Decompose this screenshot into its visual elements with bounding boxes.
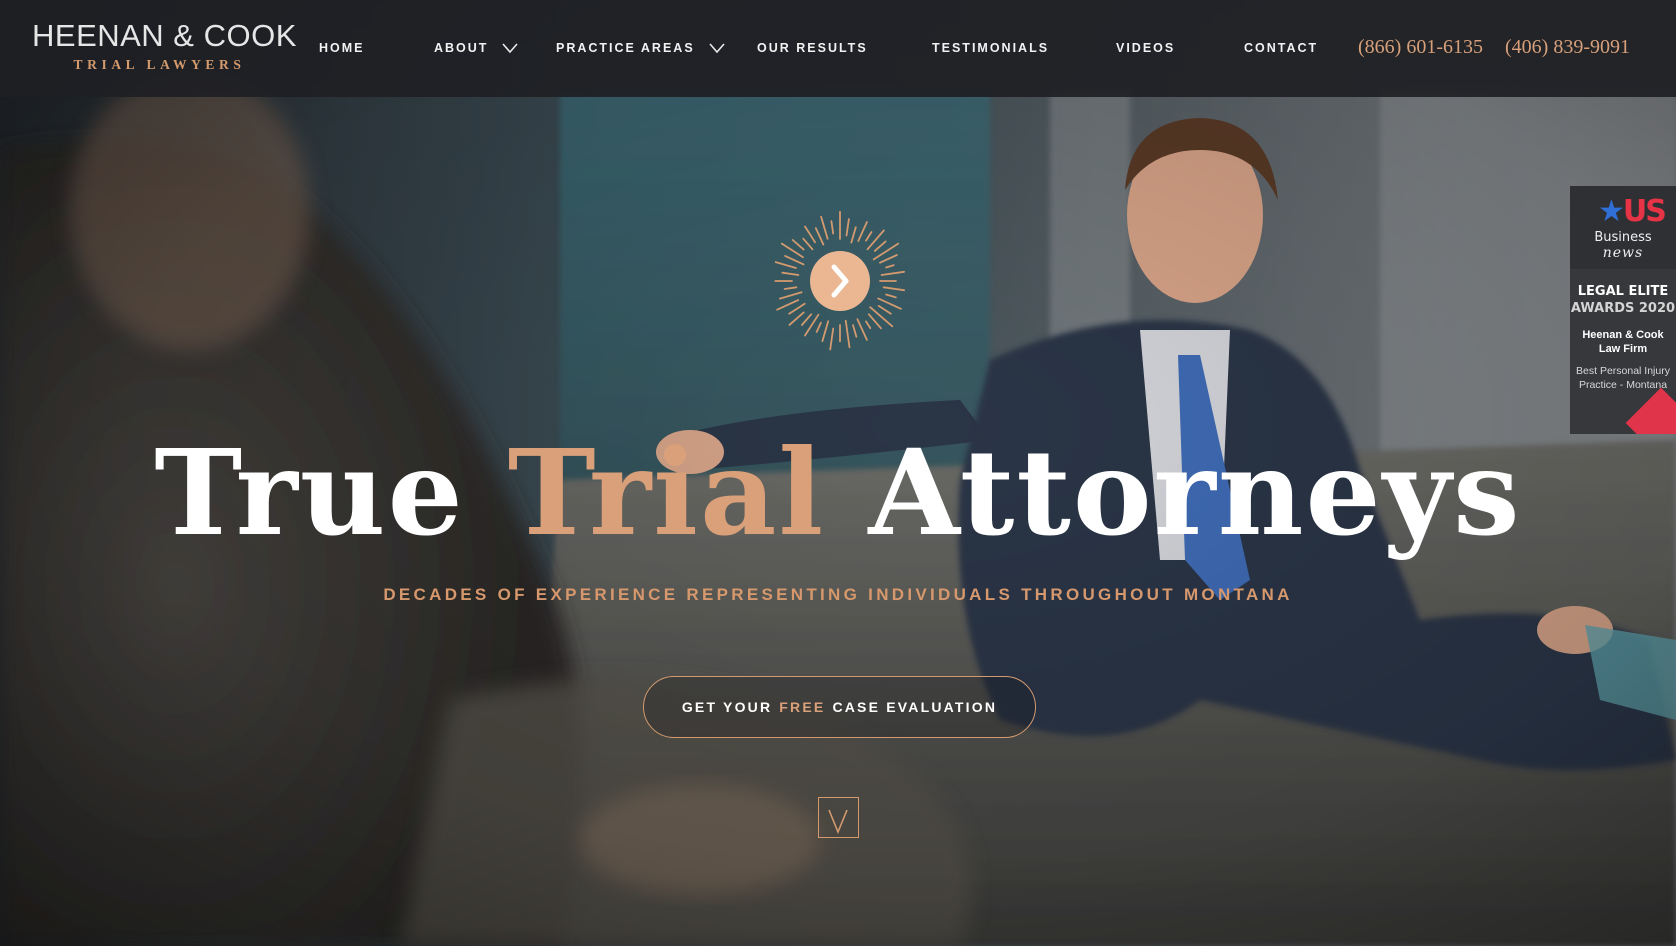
starburst-ray [788, 311, 805, 326]
cta-prefix: GET YOUR [681, 699, 773, 715]
hero-subheadline: DECADES OF EXPERIENCE REPRESENTING INDIV… [383, 585, 1293, 604]
site-header: HEENAN & COOK TRIAL LAWYERS HOME ABOUT P… [0, 0, 1676, 97]
nav-home[interactable]: HOME [319, 41, 365, 55]
starburst-ray [814, 227, 825, 246]
headline-word-attorneys: Attorneys [868, 423, 1522, 562]
phone-link-secondary[interactable]: (406) 839-9091 [1505, 36, 1630, 59]
starburst-ray [829, 327, 835, 351]
nav-home-label: HOME [319, 41, 365, 55]
award-title-line1: LEGAL ELITE [1577, 284, 1669, 299]
phone-link-primary[interactable]: (866) 601-6135 [1358, 36, 1483, 59]
nav-our-results-label: OUR RESULTS [757, 41, 868, 55]
headline-word-trial: Trial [507, 423, 826, 562]
starburst-ray [778, 291, 803, 300]
nav-testimonials-label: TESTIMONIALS [932, 41, 1050, 55]
starburst-ray [856, 318, 868, 341]
nav-about-label: ABOUT [434, 41, 489, 55]
publisher-logo: ★US Business news [1570, 186, 1676, 269]
starburst-ray [776, 299, 800, 311]
award-badge[interactable]: ★US Business news LEGAL ELITE AWARDS 202… [1570, 186, 1676, 434]
starburst-ray [865, 231, 873, 242]
free-case-evaluation-button[interactable]: GET YOUR FREE CASE EVALUATION [643, 676, 1036, 738]
starburst-ray [784, 255, 805, 266]
starburst-ray [873, 240, 887, 252]
starburst-ray [852, 324, 858, 338]
logo-subtitle: TRIAL LAWYERS [73, 57, 246, 72]
award-title: LEGAL ELITE AWARDS 2020 [1570, 269, 1676, 317]
hero-headline: True Trial Attorneys [0, 428, 1676, 558]
headline-word-true: True [154, 423, 465, 562]
starburst-ray [882, 286, 906, 292]
starburst-ray [804, 225, 816, 244]
starburst-ray [820, 215, 829, 240]
starburst-ray [788, 302, 806, 315]
chevron-down-icon [709, 43, 725, 53]
logo-firm-name: HEENAN & COOK [32, 18, 297, 53]
starburst-ray [880, 270, 906, 276]
nav-contact[interactable]: CONTACT [1244, 41, 1318, 55]
award-details: LEGAL ELITE AWARDS 2020 Heenan & Cook La… [1570, 269, 1676, 434]
starburst-ray [781, 271, 800, 276]
starburst-ray [869, 306, 894, 328]
nav-videos-label: VIDEOS [1116, 41, 1176, 55]
publisher-name-line2: news [1602, 245, 1644, 261]
nav-videos[interactable]: VIDEOS [1116, 41, 1175, 55]
nav-practice-areas[interactable]: PRACTICE AREAS [556, 41, 725, 55]
starburst-ray [865, 320, 872, 329]
starburst-ray [850, 226, 857, 244]
award-firm-name: Heenan & Cook Law Firm [1582, 329, 1664, 355]
chevron-down-icon [502, 43, 519, 53]
scroll-down-button[interactable] [818, 797, 859, 838]
starburst-ray [877, 305, 892, 315]
nav-our-results[interactable]: OUR RESULTS [757, 41, 868, 55]
nav-contact-label: CONTACT [1244, 41, 1319, 55]
nav-testimonials[interactable]: TESTIMONIALS [932, 41, 1049, 55]
badge-corner-accent [1625, 387, 1676, 434]
starburst-ray [879, 254, 898, 264]
play-video-button[interactable] [766, 207, 914, 355]
starburst-ray [802, 237, 814, 251]
play-arrow-icon [774, 210, 906, 351]
nav-practice-areas-label: PRACTICE AREAS [556, 41, 695, 55]
starburst-ray [830, 220, 835, 235]
cta-suffix: CASE EVALUATION [832, 699, 998, 715]
starburst-ray [844, 319, 851, 349]
starburst-ray [815, 321, 822, 333]
chevron-down-icon [828, 809, 848, 835]
award-title-line2: AWARDS 2020 [1570, 301, 1676, 316]
starburst-ray [774, 261, 797, 269]
nav-about[interactable]: ABOUT [434, 41, 519, 55]
starburst-ray [783, 286, 798, 290]
starburst-ray [885, 293, 897, 299]
site-logo[interactable]: HEENAN & COOK TRIAL LAWYERS [32, 18, 297, 73]
starburst-ray [885, 264, 895, 269]
publisher-logo-mark: ★US [1598, 194, 1667, 229]
publisher-name-line1: Business [1594, 230, 1652, 245]
starburst-ray [867, 313, 882, 330]
starburst-ray [801, 313, 813, 326]
cta-accent: FREE [779, 699, 826, 715]
starburst-ray [845, 218, 850, 237]
starburst-ray [821, 320, 830, 343]
starburst-ray [791, 239, 805, 251]
starburst-ray [857, 221, 868, 242]
